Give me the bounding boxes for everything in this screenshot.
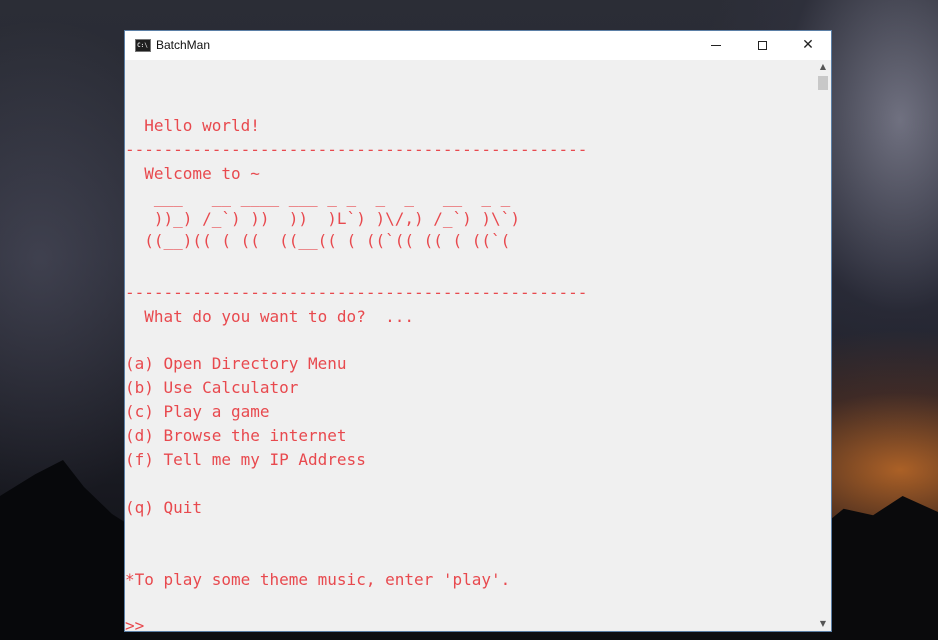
console-window: C:\ BatchMan ✕ Hello world! ------------… (124, 30, 832, 632)
ascii-art-row-2: ))_) /_`) )) )) )L`) )\/,) /_`) )\`) (125, 209, 520, 228)
menu-option-a: (a) Open Directory Menu (125, 354, 347, 373)
scroll-thumb[interactable] (818, 76, 828, 90)
welcome-line: Welcome to ~ (125, 164, 260, 183)
menu-option-q: (q) Quit (125, 498, 203, 517)
music-hint-line: *To play some theme music, enter 'play'. (125, 570, 511, 589)
close-icon: ✕ (802, 37, 814, 53)
menu-option-f: (f) Tell me my IP Address (125, 450, 366, 469)
minimize-icon (711, 44, 721, 46)
divider-top: ----------------------------------------… (125, 140, 588, 159)
hello-line: Hello world! (125, 116, 260, 135)
divider-bottom: ----------------------------------------… (125, 283, 588, 302)
console-output[interactable]: Hello world! ---------------------------… (125, 60, 815, 631)
scroll-down-icon[interactable]: ▼ (815, 617, 831, 631)
minimize-button[interactable] (693, 31, 739, 60)
close-button[interactable]: ✕ (785, 31, 831, 60)
ascii-art-row-3: ((__)(( ( (( ((__(( ( ((`(( (( ( ((`( (125, 231, 511, 250)
ascii-art-row-1: ___ __ ____ ___ _ _ _ _ __ _ _ (125, 188, 511, 207)
title-bar[interactable]: C:\ BatchMan ✕ (125, 31, 831, 60)
menu-option-d: (d) Browse the internet (125, 426, 347, 445)
window-title: BatchMan (156, 38, 211, 52)
question-line: What do you want to do? ... (125, 307, 414, 326)
maximize-icon (757, 40, 767, 50)
console-app-icon[interactable]: C:\ (135, 39, 151, 52)
scroll-up-icon[interactable]: ▲ (815, 60, 831, 74)
vertical-scrollbar[interactable]: ▲ ▼ (815, 60, 831, 631)
command-prompt[interactable]: >> (125, 616, 144, 631)
menu-option-c: (c) Play a game (125, 402, 270, 421)
menu-option-b: (b) Use Calculator (125, 378, 299, 397)
maximize-button[interactable] (739, 31, 785, 60)
